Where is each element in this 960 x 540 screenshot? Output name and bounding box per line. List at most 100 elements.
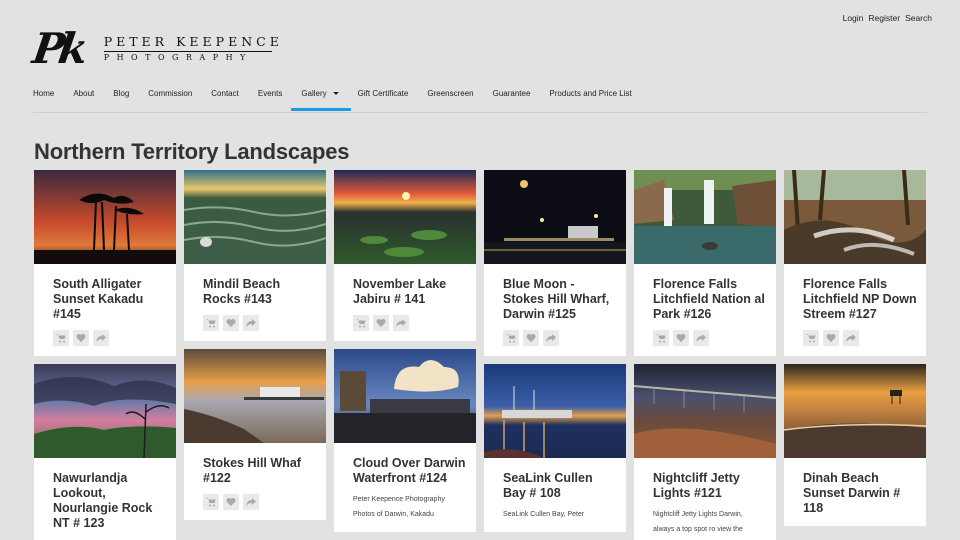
cart-icon[interactable]: [203, 315, 219, 331]
gallery-card[interactable]: Stokes Hill Whaf #122: [184, 349, 326, 520]
card-description: Peter Keepence Photography Photos of Dar…: [353, 492, 468, 522]
gallery-card[interactable]: Mindil Beach Rocks #143: [184, 170, 326, 341]
share-icon[interactable]: [543, 330, 559, 346]
nav-home[interactable]: Home: [33, 89, 54, 111]
card-actions: [53, 330, 168, 346]
photo-thumbnail[interactable]: [184, 170, 326, 264]
gallery-card[interactable]: Nightcliff Jetty Lights #121 Nightcliff …: [634, 364, 776, 540]
gallery-card[interactable]: SeaLink Cullen Bay # 108 SeaLink Cullen …: [484, 364, 626, 532]
photo-thumbnail[interactable]: [784, 170, 926, 264]
card-title[interactable]: November Lake Jabiru # 141: [353, 277, 468, 307]
card-description-line: SeaLink Cullen Bay, Peter: [503, 511, 585, 518]
cart-icon[interactable]: [503, 330, 519, 346]
nav-gallery[interactable]: Gallery: [291, 89, 352, 111]
card-body: Blue Moon - Stokes Hill Wharf, Darwin #1…: [484, 264, 626, 356]
register-link[interactable]: Register: [868, 13, 900, 23]
card-body: Mindil Beach Rocks #143: [184, 264, 326, 341]
card-description-line: Peter Keepence Photography: [353, 496, 445, 503]
card-title[interactable]: Florence Falls Litchfield Nation al Park…: [653, 277, 768, 322]
card-body: Florence Falls Litchfield Nation al Park…: [634, 264, 776, 356]
nav-about[interactable]: About: [73, 89, 94, 111]
logo-mark: Pk: [29, 24, 86, 73]
nav-events[interactable]: Events: [258, 89, 282, 111]
card-body: Florence Falls Litchfield NP Down Streem…: [784, 264, 926, 356]
photo-thumbnail[interactable]: [34, 364, 176, 458]
card-actions: [203, 315, 318, 331]
nav-commission[interactable]: Commission: [148, 89, 192, 111]
gallery-column: Mindil Beach Rocks #143 Stokes Hill Whaf…: [184, 170, 326, 540]
nav-divider: [33, 112, 927, 113]
card-description: Nightcliff Jetty Lights Darwin, always a…: [653, 507, 768, 537]
cart-icon[interactable]: [203, 494, 219, 510]
gallery-card[interactable]: Blue Moon - Stokes Hill Wharf, Darwin #1…: [484, 170, 626, 356]
card-title[interactable]: Nawurlandja Lookout, Nourlangie Rock NT …: [53, 471, 168, 531]
gallery-card[interactable]: November Lake Jabiru # 141: [334, 170, 476, 341]
share-icon[interactable]: [93, 330, 109, 346]
nav-guarantee[interactable]: Guarantee: [493, 89, 531, 111]
gallery-card[interactable]: Florence Falls Litchfield Nation al Park…: [634, 170, 776, 356]
gallery-card[interactable]: Nawurlandja Lookout, Nourlangie Rock NT …: [34, 364, 176, 540]
card-title[interactable]: Mindil Beach Rocks #143: [203, 277, 318, 307]
photo-thumbnail[interactable]: [784, 364, 926, 458]
cart-icon[interactable]: [53, 330, 69, 346]
nav-products-price-list[interactable]: Products and Price List: [549, 89, 631, 111]
cart-icon[interactable]: [803, 330, 819, 346]
card-title[interactable]: Cloud Over Darwin Waterfront #124: [353, 456, 468, 486]
photo-thumbnail[interactable]: [334, 170, 476, 264]
share-icon[interactable]: [243, 494, 259, 510]
heart-icon[interactable]: [523, 330, 539, 346]
card-title[interactable]: Florence Falls Litchfield NP Down Streem…: [803, 277, 918, 322]
card-body: Dinah Beach Sunset Darwin # 118: [784, 458, 926, 526]
heart-icon[interactable]: [73, 330, 89, 346]
cart-icon[interactable]: [653, 330, 669, 346]
heart-icon[interactable]: [223, 494, 239, 510]
gallery-card[interactable]: Florence Falls Litchfield NP Down Streem…: [784, 170, 926, 356]
photo-thumbnail[interactable]: [484, 170, 626, 264]
card-actions: [803, 330, 918, 346]
card-title[interactable]: Dinah Beach Sunset Darwin # 118: [803, 471, 918, 516]
card-title[interactable]: South Alligater Sunset Kakadu #145: [53, 277, 168, 322]
photo-thumbnail[interactable]: [184, 349, 326, 443]
photo-thumbnail[interactable]: [484, 364, 626, 458]
photo-thumbnail[interactable]: [34, 170, 176, 264]
top-links: Login Register Search: [843, 13, 932, 23]
card-title[interactable]: SeaLink Cullen Bay # 108: [503, 471, 618, 501]
chevron-down-icon: [332, 92, 339, 96]
card-body: SeaLink Cullen Bay # 108 SeaLink Cullen …: [484, 458, 626, 532]
heart-icon[interactable]: [673, 330, 689, 346]
card-title[interactable]: Blue Moon - Stokes Hill Wharf, Darwin #1…: [503, 277, 618, 322]
card-title[interactable]: Nightcliff Jetty Lights #121: [653, 471, 768, 501]
site-logo[interactable]: Pk PETER KEEPENCE PHOTOGRAPHY: [29, 24, 283, 73]
gallery-grid: South Alligater Sunset Kakadu #145 Nawur…: [34, 170, 926, 540]
nav-greenscreen[interactable]: Greenscreen: [427, 89, 473, 111]
cart-icon[interactable]: [353, 315, 369, 331]
card-body: November Lake Jabiru # 141: [334, 264, 476, 341]
gallery-card[interactable]: Cloud Over Darwin Waterfront #124 Peter …: [334, 349, 476, 532]
nav-blog[interactable]: Blog: [113, 89, 129, 111]
card-title[interactable]: Stokes Hill Whaf #122: [203, 456, 318, 486]
photo-thumbnail[interactable]: [634, 364, 776, 458]
card-description-line: always a top spot ro view the: [653, 526, 743, 533]
nav-contact[interactable]: Contact: [211, 89, 239, 111]
heart-icon[interactable]: [223, 315, 239, 331]
photo-thumbnail[interactable]: [634, 170, 776, 264]
gallery-column: November Lake Jabiru # 141 Cloud Over Da…: [334, 170, 476, 540]
nav-gift-certificate[interactable]: Gift Certificate: [358, 89, 409, 111]
photo-thumbnail[interactable]: [334, 349, 476, 443]
gallery-card[interactable]: Dinah Beach Sunset Darwin # 118: [784, 364, 926, 526]
card-description: SeaLink Cullen Bay, Peter: [503, 507, 618, 522]
share-icon[interactable]: [843, 330, 859, 346]
share-icon[interactable]: [243, 315, 259, 331]
search-link[interactable]: Search: [905, 13, 932, 23]
share-icon[interactable]: [693, 330, 709, 346]
login-link[interactable]: Login: [843, 13, 864, 23]
share-icon[interactable]: [393, 315, 409, 331]
heart-icon[interactable]: [823, 330, 839, 346]
card-body: Cloud Over Darwin Waterfront #124 Peter …: [334, 443, 476, 532]
card-body: Stokes Hill Whaf #122: [184, 443, 326, 520]
gallery-column: South Alligater Sunset Kakadu #145 Nawur…: [34, 170, 176, 540]
heart-icon[interactable]: [373, 315, 389, 331]
logo-wordmark: PETER KEEPENCE PHOTOGRAPHY: [103, 36, 283, 62]
logo-sub: PHOTOGRAPHY: [103, 52, 253, 62]
gallery-card[interactable]: South Alligater Sunset Kakadu #145: [34, 170, 176, 356]
